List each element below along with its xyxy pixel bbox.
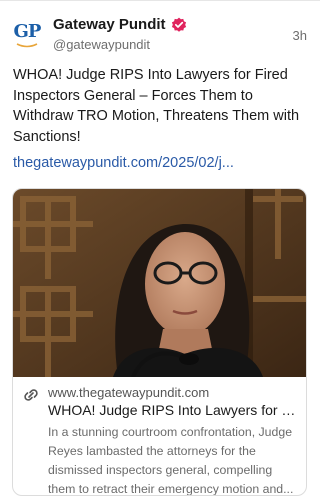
link-preview-domain: www.thegatewaypundit.com: [48, 385, 210, 400]
divider: [0, 0, 320, 1]
link-preview-image[interactable]: [13, 189, 306, 377]
link-preview-card[interactable]: www.thegatewaypundit.com WHOA! Judge RIP…: [12, 188, 307, 496]
post-text: WHOA! Judge RIPS Into Lawyers for Fired …: [13, 67, 300, 145]
verified-badge-icon: [171, 17, 186, 32]
judge-photo: [13, 189, 306, 377]
logo-swoosh-icon: [16, 43, 38, 48]
avatar[interactable]: GP: [12, 22, 42, 52]
author-display-name[interactable]: Gateway Pundit: [53, 16, 166, 33]
link-icon: [24, 389, 38, 401]
link-preview-description: In a stunning courtroom confrontation, J…: [48, 425, 294, 496]
avatar-logo-text: GP: [13, 21, 42, 42]
post-link[interactable]: thegatewaypundit.com/2025/02/j...: [13, 155, 309, 171]
post[interactable]: GP Gateway Pundit @gatewaypundit 3h WHOA…: [0, 0, 320, 500]
author-handle[interactable]: @gatewaypundit: [53, 37, 150, 52]
post-timestamp[interactable]: 3h: [293, 28, 307, 43]
author-name-row: Gateway Pundit: [53, 16, 187, 33]
link-preview-title[interactable]: WHOA! Judge RIPS Into Lawyers for F...: [48, 402, 298, 418]
